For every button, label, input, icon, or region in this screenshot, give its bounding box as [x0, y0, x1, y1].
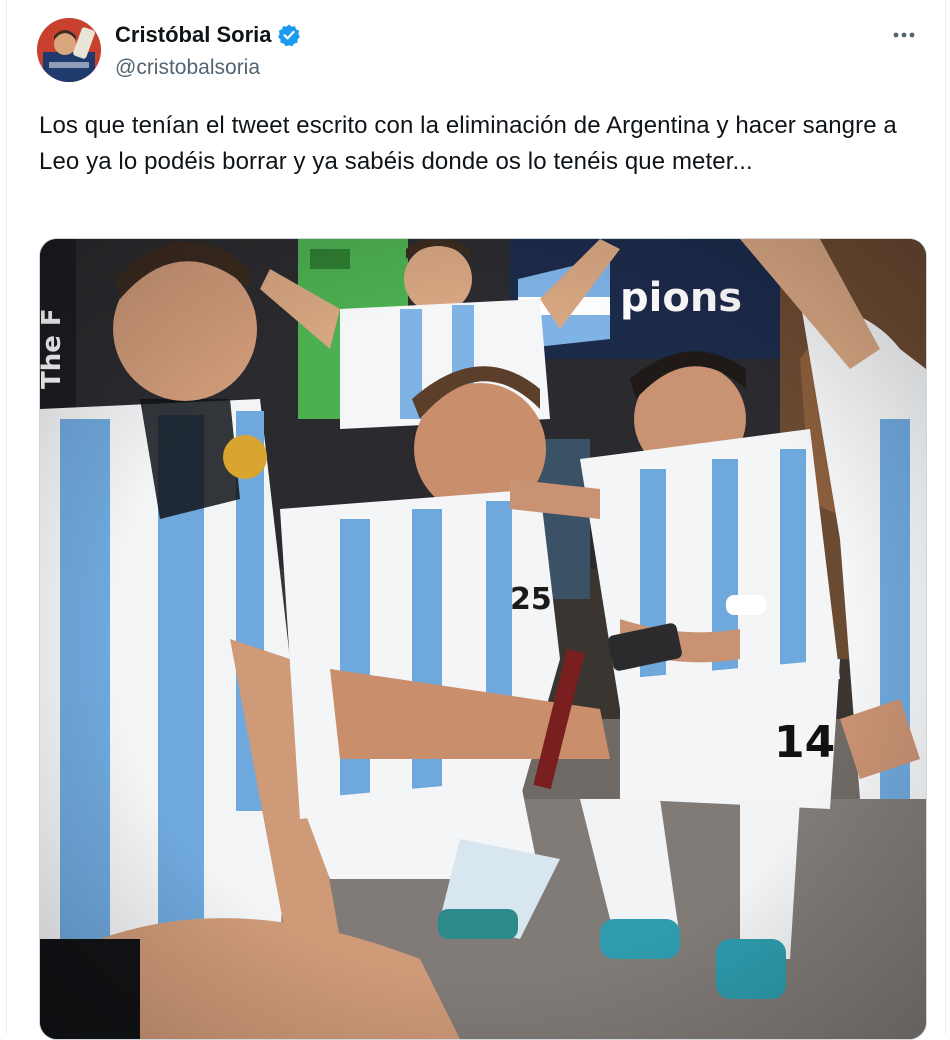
verified-badge-icon: [277, 23, 301, 47]
tweet-media-image[interactable]: The F pions 25 14: [39, 238, 927, 1040]
tweet-card: Cristóbal Soria @cristobalsoria Los que …: [6, 0, 946, 1040]
author-handle[interactable]: @cristobalsoria: [115, 56, 260, 80]
tweet-text: Los que tenían el tweet escrito con la e…: [39, 112, 897, 175]
author-avatar[interactable]: [37, 18, 101, 82]
more-options-icon[interactable]: [889, 20, 919, 50]
author-display-name[interactable]: Cristóbal Soria: [115, 22, 271, 48]
